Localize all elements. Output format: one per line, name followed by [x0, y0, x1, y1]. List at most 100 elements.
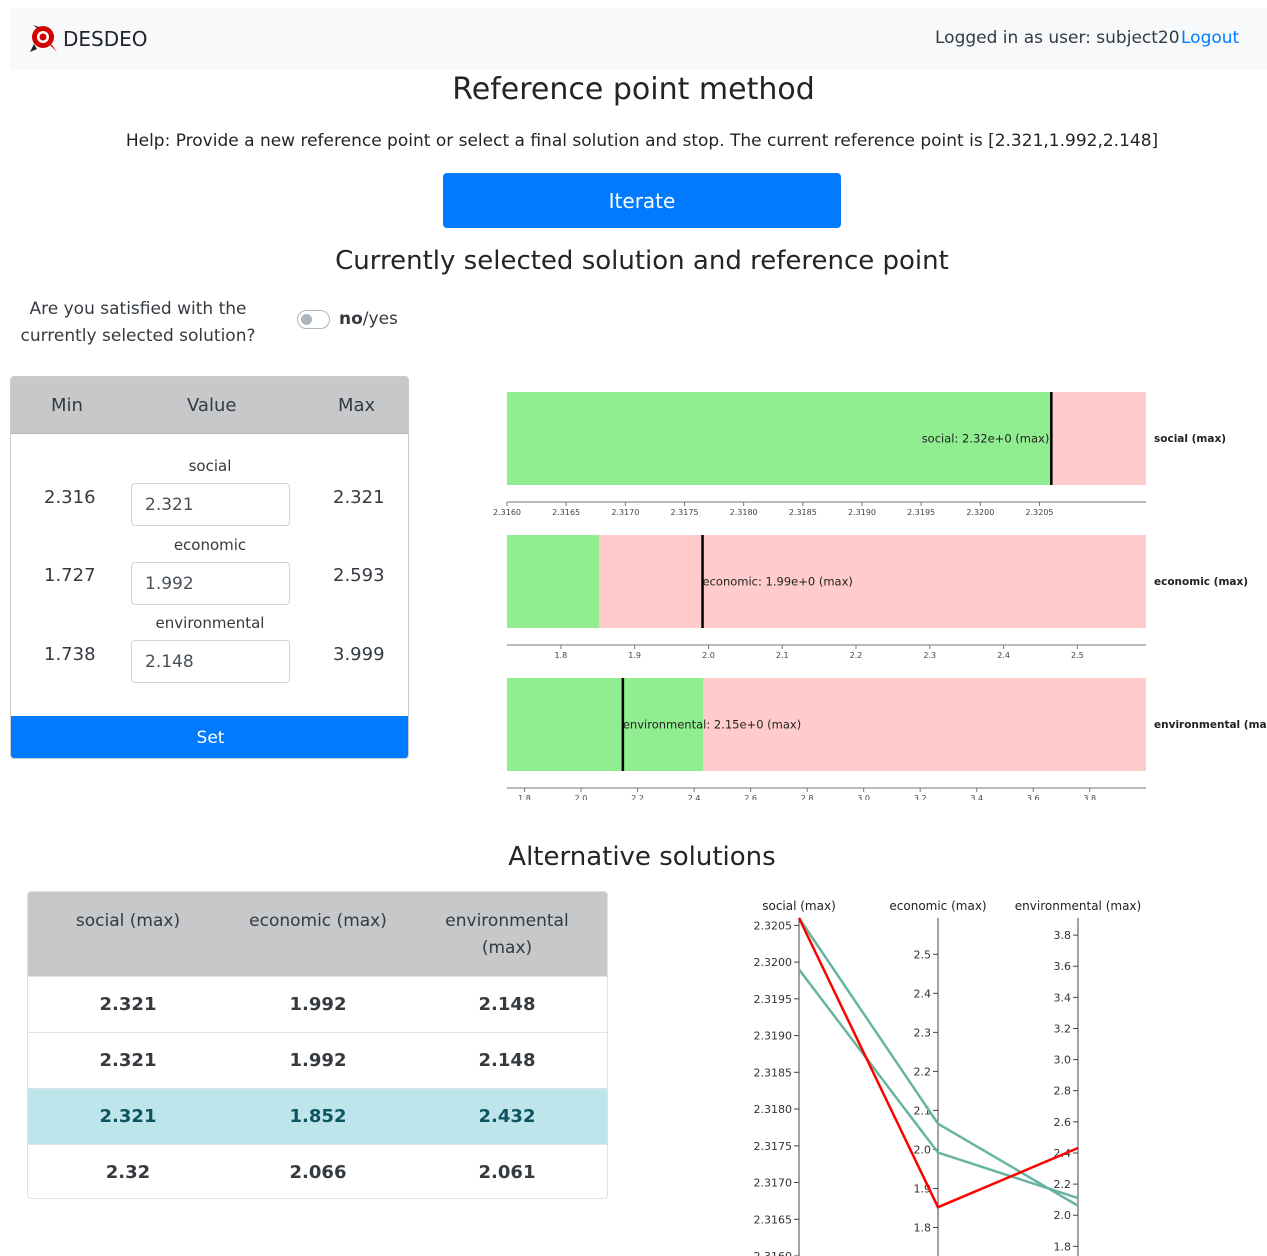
pc-tick-label: 2.3165 [754, 1213, 793, 1226]
satisfaction-question-line2: currently selected solution? [20, 326, 256, 346]
min-economic: 1.727 [44, 565, 96, 586]
min-social: 2.316 [44, 487, 96, 508]
x-tick-label: 2.3205 [1026, 508, 1054, 517]
x-tick-label: 2.3185 [789, 508, 817, 517]
x-tick-label: 2.2 [631, 794, 644, 800]
pc-tick-label: 2.3160 [754, 1250, 793, 1256]
cell-environmental: 2.148 [478, 1050, 536, 1071]
x-tick-label: 2.3175 [671, 508, 699, 517]
cell-economic: 1.992 [289, 994, 347, 1015]
column-header-environmental-line2: (max) [481, 938, 533, 958]
pc-tick-label: 2.5 [914, 948, 932, 961]
pc-tick-label: 1.8 [914, 1222, 932, 1235]
objective-label-environmental: environmental [155, 614, 265, 632]
page-title: Reference point method [452, 72, 815, 107]
help-text: Help: Provide a new reference point or s… [125, 131, 1159, 151]
x-tick-label: 2.2 [850, 651, 863, 660]
bar-objective-name: environmental (max) [1154, 719, 1267, 731]
x-tick-label: 2.0 [702, 651, 715, 660]
brand-name: DESDEO [63, 27, 148, 51]
x-tick-label: 2.6 [744, 794, 757, 800]
reference-input-environmental[interactable] [131, 640, 290, 683]
pc-axis-economic: economic (max)1.81.92.02.12.22.32.42.5 [889, 899, 987, 1256]
pc-tick-label: 2.2 [1054, 1178, 1072, 1191]
pc-tick-label: 3.8 [1054, 929, 1072, 942]
pc-axis-title: economic (max) [889, 899, 986, 913]
bar-achieved [507, 535, 600, 628]
bar-chart-social: social: 2.32e+0 (max) social (max) 2.3160 2… [493, 392, 1226, 517]
min-environmental: 1.738 [44, 644, 96, 665]
cell-economic: 1.992 [289, 1050, 347, 1071]
x-tick-label: 2.3200 [966, 508, 994, 517]
brand[interactable]: DESDEO [28, 24, 148, 54]
x-tick-label: 2.4 [688, 794, 701, 800]
bar-value-label: economic: 1.99e+0 (max) [703, 575, 853, 589]
table-row-selected[interactable]: 2.321 1.852 2.432 [28, 1088, 607, 1144]
table-row[interactable]: 2.321 1.992 2.148 [28, 976, 607, 1032]
pc-tick-label: 2.2 [914, 1065, 932, 1078]
objective-bar-charts: social: 2.32e+0 (max) social (max) 2.3160 2… [493, 392, 1267, 800]
alternatives-table: social (max) economic (max) environmenta… [27, 891, 608, 1199]
x-tick-label: 2.3180 [730, 508, 758, 517]
pc-tick-label: 1.8 [1054, 1240, 1072, 1253]
max-header: Max [338, 395, 376, 416]
x-tick-label: 2.3195 [907, 508, 935, 517]
pc-tick-label: 2.3185 [754, 1066, 793, 1079]
x-tick-label: 2.5 [1071, 651, 1084, 660]
pc-tick-label: 2.3205 [754, 919, 793, 932]
pc-tick-label: 2.3170 [754, 1177, 793, 1190]
pc-axis-title: environmental (max) [1015, 899, 1141, 913]
parallel-coordinates-chart: social (max)2.31602.31652.31702.31752.31… [754, 899, 1141, 1256]
x-tick-label: 2.4 [997, 651, 1010, 660]
x-tick-label: 3.4 [970, 794, 983, 800]
cell-environmental: 2.432 [478, 1106, 536, 1127]
alternatives-table-header: social (max) economic (max) environmenta… [28, 892, 607, 976]
bar-objective-name: economic (max) [1154, 576, 1248, 588]
column-header-environmental-line1: environmental [445, 911, 569, 931]
cell-economic: 2.066 [289, 1162, 347, 1183]
logout-link[interactable]: Logout [1181, 28, 1239, 48]
pc-tick-label: 3.2 [1054, 1022, 1072, 1035]
bar-value-label: social: 2.32e+0 (max) [922, 432, 1050, 446]
logged-in-user: Logged in as user: subject20 [935, 28, 1180, 48]
pc-tick-label: 3.4 [1054, 991, 1072, 1004]
satisfaction-question-line1: Are you satisfied with the [29, 299, 247, 319]
bar-chart-environmental: environmental: 2.15e+0 (max) environmenta… [507, 678, 1267, 800]
x-tick-label: 1.9 [628, 651, 641, 660]
x-tick-label: 2.1 [776, 651, 789, 660]
x-tick-label: 3.8 [1083, 794, 1096, 800]
satisfaction-question: Are you satisfied with the currently sel… [18, 296, 258, 350]
pc-axis-title: social (max) [762, 899, 836, 913]
pc-tick-label: 2.3 [914, 1026, 932, 1039]
bar-chart-economic: economic: 1.99e+0 (max) economic (max) 1.8… [507, 535, 1248, 660]
toggle-knob [301, 314, 312, 325]
column-header-economic: economic (max) [249, 911, 387, 931]
toggle-label-yes: /yes [362, 309, 398, 329]
x-tick-label: 3.2 [914, 794, 927, 800]
navbar: DESDEO Logged in as user: subject20 Logo… [10, 8, 1267, 70]
column-header-social: social (max) [75, 911, 181, 931]
objective-label-social: social [188, 457, 232, 475]
desdeo-logo-icon [30, 25, 57, 52]
pc-tick-label: 2.4 [914, 987, 932, 1000]
objective-label-economic: economic [173, 536, 247, 554]
pc-tick-label: 2.0 [914, 1143, 932, 1156]
alternatives-title: Alternative solutions [508, 842, 776, 872]
iterate-button[interactable]: Iterate [443, 173, 841, 228]
pc-tick-label: 2.3180 [754, 1103, 793, 1116]
table-row[interactable]: 2.32 2.066 2.061 [28, 1144, 607, 1198]
x-tick-label: 2.3170 [611, 508, 639, 517]
current-solution-title: Currently selected solution and referenc… [335, 246, 949, 276]
reference-input-economic[interactable] [131, 562, 290, 605]
reference-input-social[interactable] [131, 483, 290, 526]
cell-social: 2.321 [99, 994, 157, 1015]
pc-tick-label: 2.0 [1054, 1209, 1072, 1222]
satisfaction-toggle[interactable] [297, 310, 330, 329]
set-button[interactable]: Set [11, 716, 408, 758]
cell-social: 2.32 [105, 1162, 151, 1183]
x-tick-label: 3.6 [1027, 794, 1040, 800]
table-row[interactable]: 2.321 1.992 2.148 [28, 1032, 607, 1088]
toggle-label-no: no [339, 309, 363, 329]
pc-tick-label: 2.3200 [754, 956, 793, 969]
max-environmental: 3.999 [333, 644, 385, 665]
